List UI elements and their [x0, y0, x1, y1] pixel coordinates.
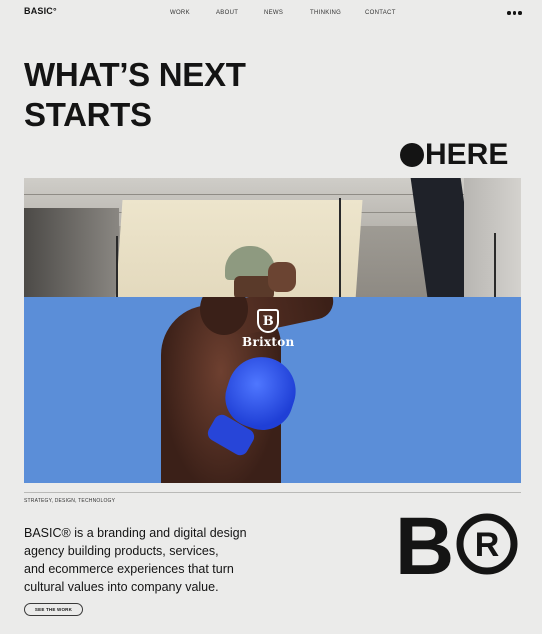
menu-dot	[512, 11, 516, 15]
more-dots-icon[interactable]	[507, 11, 522, 15]
brixton-shield-icon: B	[257, 309, 280, 333]
light-stand	[116, 236, 118, 297]
intro-line-3: and ecommerce experiences that turn	[24, 562, 234, 576]
brixton-logo: B Brixton	[242, 309, 295, 349]
nav-link-work[interactable]: WORK	[170, 10, 216, 16]
hero-headline-line-2: STARTS	[24, 96, 152, 133]
nav-links: WORK ABOUT NEWS THINKING CONTACT	[170, 10, 396, 16]
nav-link-about[interactable]: ABOUT	[216, 10, 264, 16]
studio-left-wall	[24, 208, 119, 297]
see-the-work-button[interactable]: SEE THE WORK	[24, 603, 83, 616]
light-stand	[494, 233, 496, 297]
basic-logo[interactable]: BASIC°	[24, 6, 57, 16]
menu-dot	[507, 11, 511, 15]
hero-headline-line-1: WHAT’S NEXT	[24, 56, 246, 93]
studio-photo	[24, 178, 521, 297]
hand	[268, 262, 296, 292]
intro-line-2: agency building products, services,	[24, 544, 219, 558]
mark-letter: B	[397, 510, 454, 578]
basic-registered-mark: B R	[397, 510, 518, 578]
nav-link-contact[interactable]: CONTACT	[365, 10, 396, 16]
here-word: HERE	[425, 138, 509, 171]
agency-intro: BASIC® is a branding and digital design …	[24, 524, 314, 596]
mark-symbol: R	[475, 526, 500, 564]
brixton-wordmark: Brixton	[242, 335, 295, 349]
nav-link-thinking[interactable]: THINKING	[310, 10, 365, 16]
top-navigation: BASIC° WORK ABOUT NEWS THINKING CONTACT	[0, 0, 542, 26]
hero-video[interactable]: B Brixton	[24, 178, 521, 483]
nav-link-news[interactable]: NEWS	[264, 10, 310, 16]
section-divider	[24, 492, 521, 493]
light-stand	[339, 198, 341, 297]
here-heading: HERE	[400, 140, 508, 170]
hero-headline: WHAT’S NEXT STARTS	[24, 55, 246, 135]
services-tags: STRATEGY, DESIGN, TECHNOLOGY	[24, 498, 116, 504]
menu-dot	[518, 11, 522, 15]
filled-circle-icon	[400, 143, 424, 167]
intro-line-1: BASIC® is a branding and digital design	[24, 526, 247, 540]
studio-right-wall	[464, 178, 521, 297]
intro-line-4: cultural values into company value.	[24, 580, 219, 594]
